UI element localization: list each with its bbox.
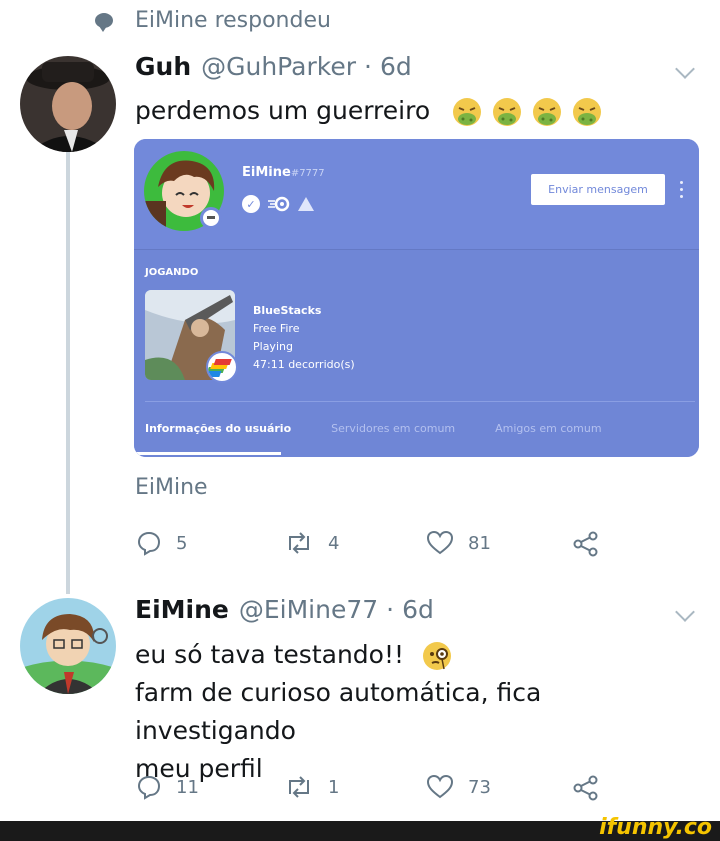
card-username-name: EiMine	[242, 165, 291, 180]
game-info: BlueStacks Free Fire Playing 47:11 decor…	[253, 302, 355, 374]
playing-label: JOGANDO	[145, 267, 199, 278]
tweet-header: EiMine @EiMine77 · 6d	[135, 595, 434, 624]
reply-count: 11	[176, 776, 199, 798]
reply-icon	[137, 531, 161, 556]
avatar[interactable]	[20, 598, 116, 694]
display-name[interactable]: Guh	[135, 52, 191, 81]
active-tab-indicator	[134, 452, 281, 455]
separator-dot: ·	[363, 52, 372, 81]
bluestacks-icon	[206, 351, 238, 383]
timestamp[interactable]: 6d	[402, 595, 434, 624]
emoji-group	[452, 97, 602, 127]
more-options-icon[interactable]	[680, 181, 684, 199]
reply-context: EiMine respondeu	[95, 8, 331, 33]
chevron-down-icon[interactable]	[672, 60, 698, 86]
boost-badge-icon	[298, 197, 314, 211]
reply-button[interactable]: 5	[136, 530, 187, 556]
reply-icon	[137, 775, 161, 800]
card-tabs: Informações do usuário Servidores em com…	[145, 422, 642, 435]
timestamp[interactable]: 6d	[380, 52, 412, 81]
game-detail: Free Fire	[253, 322, 300, 335]
share-icon	[573, 531, 598, 557]
card-divider	[145, 401, 695, 402]
profile-badges: ✓	[242, 195, 314, 213]
watermark-bar: ifunny.co	[0, 815, 720, 841]
separator-dot: ·	[386, 595, 395, 624]
tweet-text-content: perdemos um guerreiro	[135, 96, 431, 125]
discord-profile-card[interactable]: EiMine#7777 ✓ Enviar mensagem JOGANDO Bl…	[134, 139, 699, 457]
heart-icon	[426, 530, 454, 555]
like-count: 73	[468, 776, 491, 798]
display-name[interactable]: EiMine	[135, 595, 229, 624]
share-button[interactable]	[572, 530, 600, 558]
game-elapsed: 47:11 decorrido(s)	[253, 358, 355, 371]
tab-mutual-servers[interactable]: Servidores em comum	[331, 422, 455, 435]
ifunny-watermark: ifunny.co	[599, 815, 712, 840]
reply-count: 5	[176, 532, 188, 554]
reply-context-text: EiMine respondeu	[135, 8, 331, 33]
nauseated-face-icon	[533, 98, 562, 126]
nitro-badge-icon	[268, 196, 290, 212]
retweet-count: 1	[328, 776, 340, 798]
game-name: BlueStacks	[253, 304, 322, 317]
retweet-icon	[289, 776, 309, 798]
hypesquad-badge-icon: ✓	[242, 195, 260, 213]
tweet-text: perdemos um guerreiro	[135, 92, 710, 130]
thread-connector-line	[66, 152, 70, 594]
retweet-icon	[289, 532, 309, 554]
avatar[interactable]	[20, 56, 116, 152]
heart-icon	[426, 774, 454, 799]
retweet-count: 4	[328, 532, 340, 554]
tab-user-info[interactable]: Informações do usuário	[145, 422, 291, 435]
like-button[interactable]: 73	[426, 774, 491, 800]
tweet-text-line3: meu perfil	[135, 754, 263, 783]
dnd-status-icon	[200, 207, 222, 229]
share-button[interactable]	[572, 774, 600, 802]
tweet-text: eu só tava testando!! farm de curioso au…	[135, 636, 710, 788]
reply-button[interactable]: 11	[136, 774, 199, 800]
game-state: Playing	[253, 340, 293, 353]
user-handle[interactable]: @GuhParker	[201, 52, 356, 81]
tweet-text-line1: eu só tava testando!!	[135, 640, 405, 669]
card-username: EiMine#7777	[242, 165, 325, 180]
card-caption: EiMine	[135, 475, 208, 500]
nauseated-face-icon	[573, 98, 602, 126]
send-message-button[interactable]: Enviar mensagem	[531, 174, 665, 205]
like-count: 81	[468, 532, 491, 554]
nauseated-face-icon	[453, 98, 482, 126]
share-icon	[573, 775, 598, 801]
retweet-button[interactable]: 1	[284, 774, 339, 800]
tweet-header: Guh @GuhParker · 6d	[135, 52, 412, 81]
chevron-down-icon[interactable]	[672, 603, 698, 629]
card-username-tag: #7777	[290, 168, 325, 179]
tweet-text-line: eu só tava testando!!	[135, 636, 710, 674]
like-button[interactable]: 81	[426, 530, 491, 556]
retweet-button[interactable]: 4	[284, 530, 339, 556]
tweet-text-line2: farm de curioso automática, fica investi…	[135, 678, 542, 745]
user-handle[interactable]: @EiMine77	[239, 595, 378, 624]
nauseated-face-icon	[493, 98, 522, 126]
comment-bubble-icon	[95, 13, 113, 32]
tab-mutual-friends[interactable]: Amigos em comum	[495, 422, 601, 435]
face-with-monocle-icon	[422, 642, 451, 670]
